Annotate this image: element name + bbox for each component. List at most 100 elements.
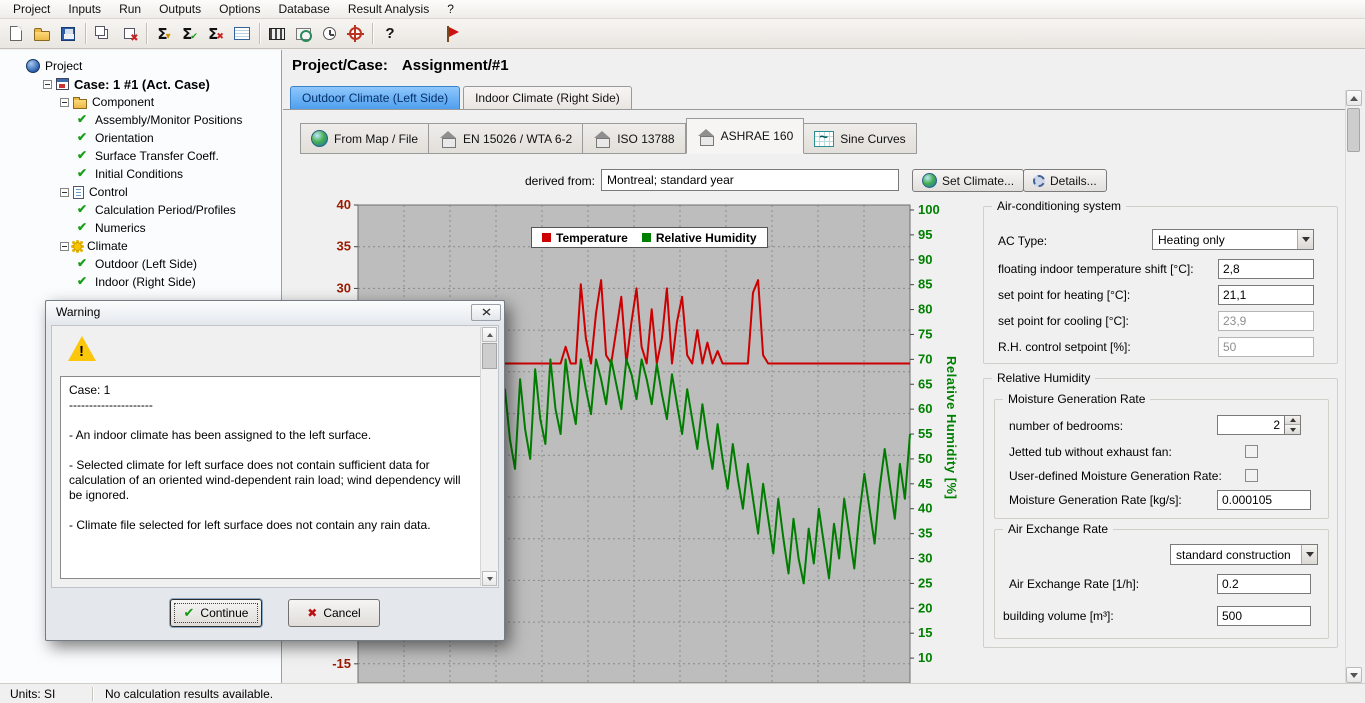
stepper-down-button[interactable] [1285, 425, 1300, 434]
scrollbar-thumb[interactable] [482, 343, 497, 369]
tab-indoor-climate-right-side[interactable]: Indoor Climate (Right Side) [463, 86, 632, 109]
climate-tab-ashrae-160[interactable]: ASHRAE 160 [686, 118, 805, 154]
bedrooms-label: number of bedrooms: [1009, 416, 1123, 436]
expander-minus-icon[interactable] [43, 80, 52, 89]
status-view-button[interactable] [316, 21, 342, 47]
building-volume-input[interactable] [1217, 606, 1311, 626]
menu-database[interactable]: Database [269, 0, 338, 18]
climate-tab-label: Sine Curves [840, 132, 905, 146]
moisture-generation-group-title: Moisture Generation Rate [1003, 392, 1150, 406]
message-scrollbar[interactable] [480, 327, 497, 586]
align-view-icon [349, 27, 362, 40]
scroll-down-button[interactable] [1346, 667, 1362, 683]
stepper-up-button[interactable] [1285, 416, 1300, 425]
tree-item-climate[interactable]: Climate [0, 237, 281, 255]
menu-options[interactable]: Options [210, 0, 269, 18]
details-button[interactable]: Details... [1023, 169, 1107, 192]
align-view-button[interactable] [342, 21, 368, 47]
tree-item-surface-transfer-coeff[interactable]: Surface Transfer Coeff. [0, 147, 281, 165]
wufi-animation-button[interactable] [439, 21, 465, 47]
expander-minus-icon[interactable] [60, 188, 69, 197]
menu-outputs[interactable]: Outputs [150, 0, 210, 18]
air-exchange-input[interactable] [1217, 574, 1311, 594]
floating-shift-input[interactable] [1218, 259, 1314, 279]
climate-tab-sine-curves[interactable]: Sine Curves [804, 123, 916, 154]
tree-item-assembly-monitor-positions[interactable]: Assembly/Monitor Positions [0, 111, 281, 129]
film-view-button[interactable] [264, 21, 290, 47]
menu-project[interactable]: Project [4, 0, 59, 18]
page-title: Project/Case: Assignment/#1 [292, 57, 509, 74]
bedrooms-input[interactable] [1217, 415, 1285, 435]
tree-item-initial-conditions[interactable]: Initial Conditions [0, 165, 281, 183]
heating-setpoint-input[interactable] [1218, 285, 1314, 305]
construction-type-select[interactable]: standard construction [1170, 544, 1318, 565]
vertical-scrollbar[interactable] [1345, 90, 1361, 683]
warning-message-line: --------------------- [69, 398, 463, 413]
report-view-button[interactable] [290, 21, 316, 47]
right-tick-label: 90 [918, 252, 932, 267]
save-project-button[interactable] [55, 21, 81, 47]
right-tick-label: 70 [918, 351, 932, 366]
new-project-button[interactable] [3, 21, 29, 47]
ac-system-group: Air-conditioning system AC Type: Heating… [983, 206, 1338, 364]
ac-type-label: AC Type: [998, 231, 1047, 251]
menu-inputs[interactable]: Inputs [59, 0, 110, 18]
dialog-title: Warning [56, 305, 100, 319]
menu-result-analysis[interactable]: Result Analysis [339, 0, 438, 18]
run-calculation-button[interactable] [151, 21, 177, 47]
menu-help[interactable]: ? [438, 0, 463, 18]
stop-calculation-button[interactable] [203, 21, 229, 47]
derived-from-input[interactable] [601, 169, 899, 191]
expander-minus-icon[interactable] [60, 98, 69, 107]
expander-minus-icon[interactable] [60, 242, 69, 251]
tree-item-numerics[interactable]: Numerics [0, 219, 281, 237]
warning-message-line: - An indoor climate has been assigned to… [69, 428, 463, 443]
tree-item-label: Project [45, 59, 82, 73]
right-axis-title: Relative Humidity [%] [944, 356, 959, 499]
tree-item-indoor-right-side[interactable]: Indoor (Right Side) [0, 273, 281, 291]
tree-item-control[interactable]: Control [0, 183, 281, 201]
result-table-button[interactable] [229, 21, 255, 47]
delete-case-button[interactable] [116, 21, 142, 47]
house-icon [697, 129, 715, 144]
scroll-up-button[interactable] [482, 327, 497, 342]
run-all-cases-button[interactable] [177, 21, 203, 47]
tree-item-project[interactable]: Project [0, 57, 281, 75]
help-icon [385, 25, 394, 42]
tree-item-outdoor-left-side[interactable]: Outdoor (Left Side) [0, 255, 281, 273]
climate-tab-en-15026-wta-6-2[interactable]: EN 15026 / WTA 6-2 [429, 123, 583, 154]
ac-type-select[interactable]: Heating only [1152, 229, 1314, 250]
climate-tab-iso-13788[interactable]: ISO 13788 [583, 123, 685, 154]
case-icon [56, 78, 69, 90]
dialog-titlebar[interactable]: Warning [46, 301, 504, 323]
scroll-down-button[interactable] [482, 571, 497, 586]
user-defined-checkbox[interactable] [1245, 469, 1258, 482]
tree-item-label: Initial Conditions [95, 167, 183, 181]
temperature-swatch [542, 233, 551, 242]
menu-run[interactable]: Run [110, 0, 150, 18]
chart-legend: Temperature Relative Humidity [531, 227, 768, 248]
cancel-button[interactable]: ✖ Cancel [288, 599, 380, 627]
warning-message-line [69, 443, 463, 458]
continue-button[interactable]: ✔ Continue [170, 599, 262, 627]
tree-item-component[interactable]: Component [0, 93, 281, 111]
toolbar-separator [146, 23, 147, 44]
tree-item-label: Control [89, 185, 128, 199]
legend-relative-humidity: Relative Humidity [642, 231, 757, 245]
close-icon[interactable] [471, 304, 501, 321]
tree-item-calculation-period-profiles[interactable]: Calculation Period/Profiles [0, 201, 281, 219]
help-button[interactable] [377, 21, 403, 47]
scrollbar-thumb[interactable] [1347, 108, 1360, 152]
climate-tab-from-map-file[interactable]: From Map / File [300, 123, 429, 154]
scroll-up-button[interactable] [1346, 90, 1362, 106]
copy-case-button[interactable] [90, 21, 116, 47]
open-project-button[interactable] [29, 21, 55, 47]
generation-rate-label: Moisture Generation Rate [kg/s]: [1009, 490, 1182, 510]
tab-outdoor-climate-left-side[interactable]: Outdoor Climate (Left Side) [290, 86, 460, 109]
generation-rate-input[interactable] [1217, 490, 1311, 510]
tree-item-orientation[interactable]: Orientation [0, 129, 281, 147]
bedrooms-stepper[interactable] [1217, 415, 1301, 435]
jetted-tub-checkbox[interactable] [1245, 445, 1258, 458]
tree-item-case-1-1-act-case[interactable]: Case: 1 #1 (Act. Case) [0, 75, 281, 93]
set-climate-button[interactable]: Set Climate... [912, 169, 1024, 192]
